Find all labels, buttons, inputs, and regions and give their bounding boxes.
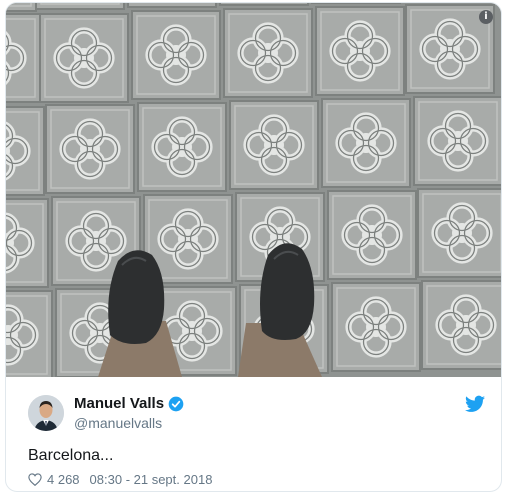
author-name[interactable]: Manuel Valls <box>74 395 164 412</box>
tweet-photo[interactable]: i <box>6 3 501 377</box>
tweet-body: Manuel Valls @manuelvalls Barcelona... 4… <box>6 377 501 491</box>
tweet-card[interactable]: i Manuel Valls @manuelvalls Barcelona...… <box>5 2 502 492</box>
avatar[interactable] <box>28 395 64 431</box>
verified-badge-icon <box>168 396 184 411</box>
info-icon[interactable]: i <box>479 10 493 24</box>
heart-icon[interactable] <box>28 473 42 486</box>
like-count[interactable]: 4 268 <box>47 472 80 487</box>
tweet-timestamp[interactable]: 08:30 - 21 sept. 2018 <box>90 472 213 487</box>
tweet-meta: 4 268 08:30 - 21 sept. 2018 <box>28 472 212 487</box>
pavement-photo <box>6 3 501 377</box>
author-row: Manuel Valls <box>74 395 184 412</box>
author-handle[interactable]: @manuelvalls <box>74 415 162 431</box>
twitter-bird-icon[interactable] <box>465 395 485 413</box>
tweet-text: Barcelona... <box>28 447 114 464</box>
